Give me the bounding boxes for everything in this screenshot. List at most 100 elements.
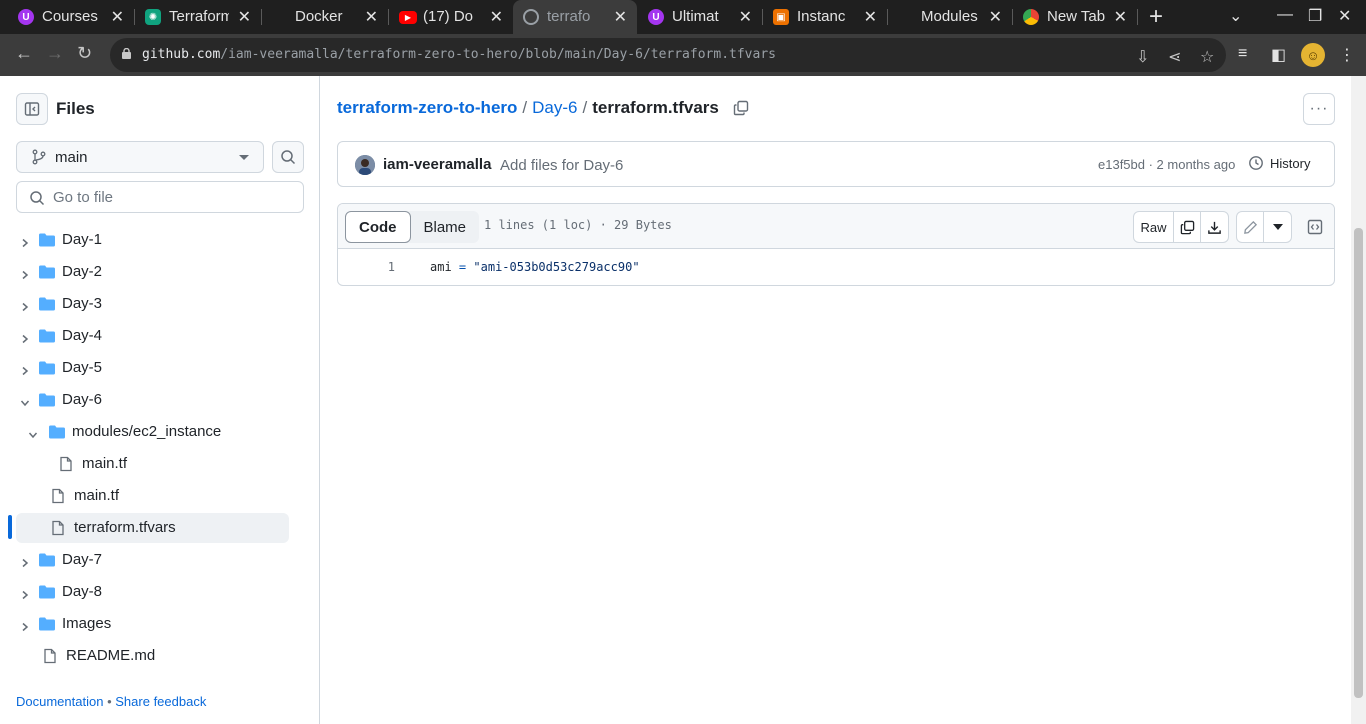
tree-item-day-8[interactable]: Day-8	[8, 577, 298, 607]
chevron-right-icon[interactable]	[20, 363, 30, 380]
browser-tab[interactable]: ✺ Terraform ✕	[135, 0, 261, 34]
tree-item-day-4[interactable]: Day-4	[8, 321, 298, 351]
edit-dropdown-button[interactable]	[1264, 212, 1291, 242]
close-icon[interactable]: ✕	[111, 7, 124, 27]
search-files-button[interactable]	[272, 141, 304, 173]
tree-item-day-5[interactable]: Day-5	[8, 353, 298, 383]
url-host: github.com	[142, 47, 221, 62]
chevron-right-icon[interactable]	[20, 267, 30, 284]
sidebar-collapse-icon	[24, 102, 40, 116]
page: Files main Go to file Day-1 Day-2 Day-3 Day…	[0, 76, 1366, 724]
collapse-sidebar-button[interactable]	[16, 93, 48, 125]
restore-icon[interactable]: ❐	[1308, 6, 1322, 26]
close-icon[interactable]: ✕	[365, 7, 378, 27]
tree-item-images[interactable]: Images	[8, 609, 298, 639]
chevron-down-icon[interactable]	[28, 427, 38, 444]
minimize-icon[interactable]: —	[1277, 6, 1293, 24]
tab-blame[interactable]: Blame	[411, 211, 480, 243]
back-icon[interactable]: ←	[15, 43, 33, 64]
code-square-icon	[1307, 219, 1323, 235]
code-string: "ami-053b0d53c279acc90"	[473, 260, 640, 274]
browser-tab[interactable]: New Tab ✕	[1013, 0, 1137, 34]
copy-raw-button[interactable]	[1174, 212, 1201, 242]
commit-author[interactable]: iam-veeramalla	[383, 156, 491, 173]
tree-item-main-tf[interactable]: main.tf	[8, 481, 298, 511]
browser-menu-icon[interactable]: ⋮	[1339, 45, 1355, 65]
close-icon[interactable]: ✕	[490, 7, 503, 27]
tree-item-readme-md[interactable]: README.md	[8, 641, 298, 671]
go-to-file-input[interactable]: Go to file	[16, 181, 304, 213]
tree-item-day-6[interactable]: Day-6	[8, 385, 298, 415]
browser-tab[interactable]: U Ultimat ✕	[638, 0, 762, 34]
tree-item-modules-ec2-instance[interactable]: modules/ec2_instance	[8, 417, 298, 447]
share-icon[interactable]: ⋖	[1168, 47, 1181, 67]
branch-name: main	[55, 148, 88, 166]
chevron-down-icon[interactable]	[20, 395, 30, 412]
browser-tab[interactable]: Docker ✕	[262, 0, 388, 34]
tree-item-day-3[interactable]: Day-3	[8, 289, 298, 319]
breadcrumb-repo-link[interactable]: terraform-zero-to-hero	[337, 98, 517, 118]
branch-selector[interactable]: main	[16, 141, 264, 173]
tree-item-day-2[interactable]: Day-2	[8, 257, 298, 287]
chevron-right-icon[interactable]	[20, 235, 30, 252]
share-feedback-link[interactable]: Share feedback	[115, 694, 206, 709]
bookmark-star-icon[interactable]: ☆	[1200, 47, 1214, 67]
more-options-button[interactable]: ···	[1303, 93, 1335, 125]
forward-icon[interactable]: →	[46, 43, 64, 64]
tab-title: Terraform	[169, 8, 229, 25]
page-scrollbar[interactable]	[1351, 76, 1366, 724]
chevron-right-icon[interactable]	[20, 331, 30, 348]
documentation-link[interactable]: Documentation	[16, 694, 103, 709]
download-button[interactable]	[1201, 212, 1228, 242]
tree-item-main-tf[interactable]: main.tf	[8, 449, 298, 479]
chevron-right-icon[interactable]	[20, 619, 30, 636]
history-button[interactable]: History	[1248, 155, 1310, 171]
close-icon[interactable]: ✕	[864, 7, 877, 27]
browser-tab[interactable]: U Courses ✕	[8, 0, 134, 34]
raw-button[interactable]: Raw	[1134, 212, 1174, 242]
scrollbar-thumb[interactable]	[1354, 228, 1363, 698]
edit-button[interactable]	[1237, 212, 1264, 242]
close-icon[interactable]: ✕	[238, 7, 251, 27]
github-icon	[523, 9, 539, 25]
tab-code[interactable]: Code	[345, 211, 411, 243]
browser-tab[interactable]: ▣ Instanc ✕	[763, 0, 887, 34]
close-window-icon[interactable]: ✕	[1338, 6, 1351, 26]
side-panel-icon[interactable]: ◧	[1271, 45, 1286, 65]
chevron-right-icon[interactable]	[20, 587, 30, 604]
line-number[interactable]: 1	[338, 260, 395, 274]
address-bar[interactable]: github.com/iam-veeramalla/terraform-zero…	[110, 38, 1226, 72]
breadcrumb-separator: /	[522, 98, 528, 117]
new-tab-icon[interactable]: +	[1149, 3, 1163, 31]
tree-item-terraform-tfvars[interactable]: terraform.tfvars	[16, 513, 289, 543]
profile-avatar[interactable]: ☺	[1301, 43, 1325, 67]
breadcrumb-separator: /	[582, 98, 588, 117]
breadcrumb-current-file: terraform.tfvars	[592, 98, 719, 117]
tree-item-label: main.tf	[82, 455, 128, 472]
tab-title: terrafo	[547, 8, 591, 25]
browser-tab[interactable]: ▶ (17) Do ✕	[389, 0, 513, 34]
tree-item-day-7[interactable]: Day-7	[8, 545, 298, 575]
commit-message[interactable]: Add files for Day-6	[500, 157, 623, 174]
browser-tab[interactable]: Modules ✕	[888, 0, 1012, 34]
copy-icon[interactable]	[733, 100, 749, 116]
kebab-horizontal-icon: ···	[1309, 100, 1329, 117]
close-icon[interactable]: ✕	[1114, 7, 1127, 27]
install-app-icon[interactable]: ⇩	[1136, 47, 1149, 67]
chevron-right-icon[interactable]	[20, 555, 30, 572]
code-content[interactable]: ami = "ami-053b0d53c279acc90"	[430, 260, 640, 274]
tab-search-icon[interactable]: ⌄	[1229, 6, 1242, 26]
browser-tab-active[interactable]: terrafo ✕	[513, 0, 637, 34]
reload-icon[interactable]: ↻	[77, 43, 92, 64]
file-tree-sidebar: Files main Go to file Day-1 Day-2 Day-3 Day…	[0, 76, 320, 724]
close-icon[interactable]: ✕	[614, 7, 627, 27]
chevron-right-icon[interactable]	[20, 299, 30, 316]
close-icon[interactable]: ✕	[989, 7, 1002, 27]
breadcrumb-folder-link[interactable]: Day-6	[532, 98, 577, 118]
media-control-icon[interactable]: ≡	[1238, 45, 1247, 63]
symbols-panel-button[interactable]	[1299, 211, 1331, 243]
avatar[interactable]	[355, 155, 375, 175]
commit-meta[interactable]: e13f5bd · 2 months ago	[1098, 157, 1235, 172]
tree-item-day-1[interactable]: Day-1	[8, 225, 298, 255]
close-icon[interactable]: ✕	[739, 7, 752, 27]
